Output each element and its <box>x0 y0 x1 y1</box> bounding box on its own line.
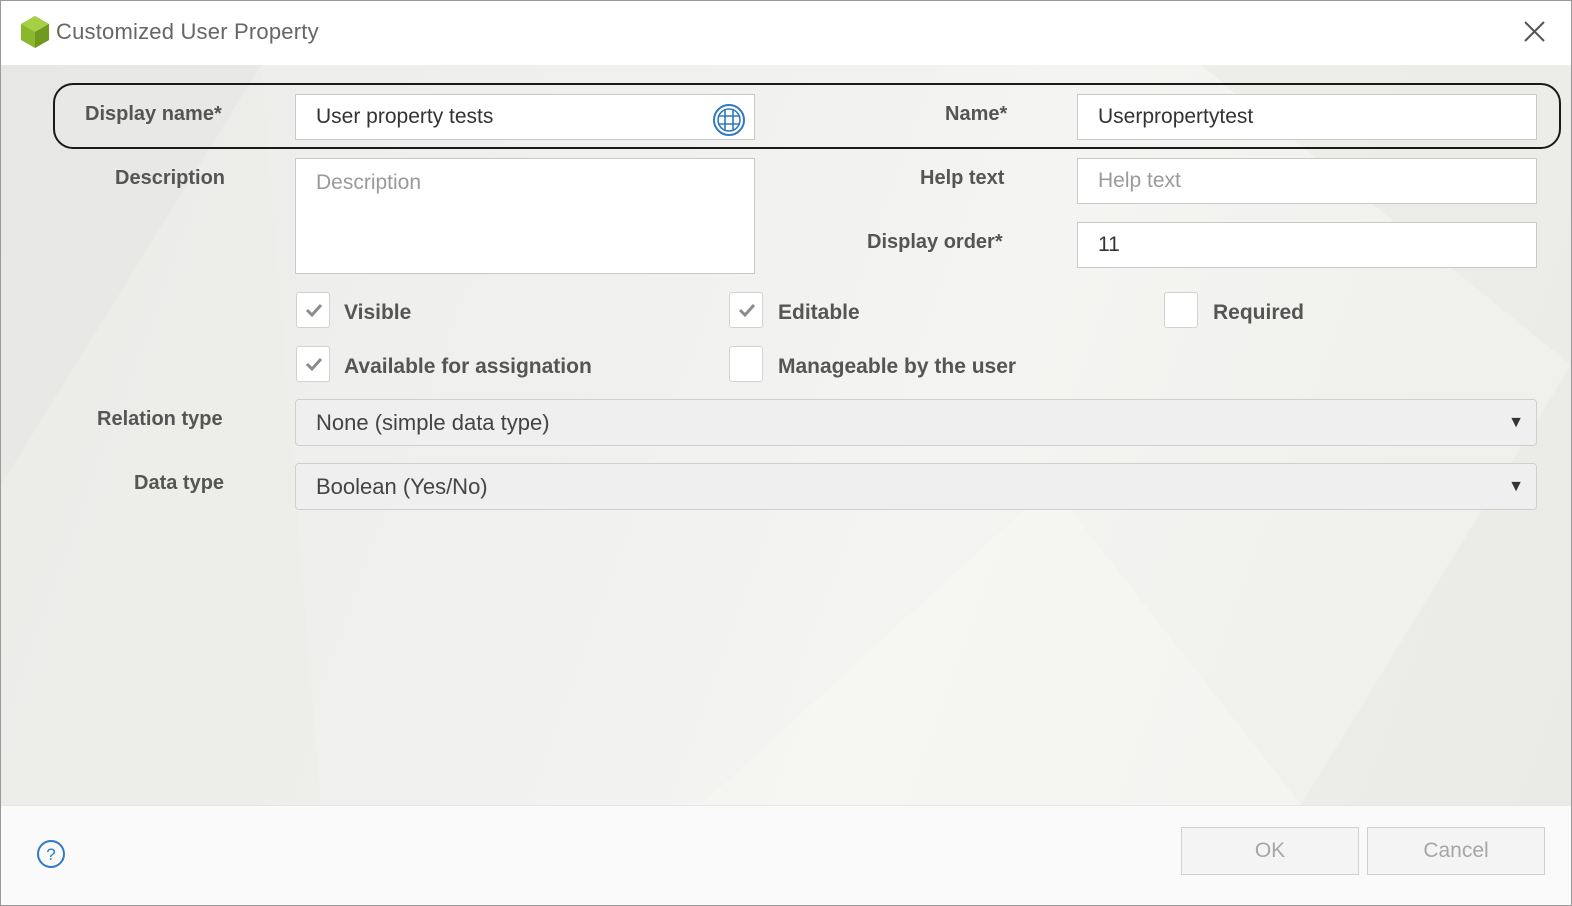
editable-checkbox[interactable] <box>729 292 763 328</box>
data-type-value: Boolean (Yes/No) <box>316 473 488 499</box>
help-text-field[interactable] <box>1077 158 1537 204</box>
name-label: Name* <box>945 103 1008 125</box>
available-for-assignation-label: Available for assignation <box>344 355 592 378</box>
required-checkbox[interactable] <box>1164 292 1198 328</box>
relation-type-label: Relation type <box>97 408 223 430</box>
editable-label: Editable <box>778 301 860 324</box>
display-name-label: Display name* <box>85 103 222 125</box>
available-for-assignation-checkbox[interactable] <box>296 346 330 382</box>
description-label: Description <box>115 167 226 189</box>
window-title: Customized User Property <box>56 19 319 44</box>
svg-text:?: ? <box>46 845 55 864</box>
checkmark-icon <box>738 303 756 318</box>
checkmark-icon <box>305 303 323 318</box>
data-type-label: Data type <box>134 472 225 494</box>
manageable-by-user-checkbox[interactable] <box>729 346 763 382</box>
required-label: Required <box>1213 301 1305 324</box>
chevron-down-icon: ▼ <box>1508 478 1524 495</box>
manageable-by-user-label: Manageable by the user <box>778 355 1017 378</box>
cancel-button[interactable]: Cancel <box>1367 827 1545 875</box>
customized-user-property-dialog: Customized User Property Display name* N… <box>0 0 1572 906</box>
description-field[interactable] <box>295 158 755 274</box>
checkmark-icon <box>305 357 323 372</box>
visible-checkbox[interactable] <box>296 292 330 328</box>
relation-type-value: None (simple data type) <box>316 409 550 435</box>
data-type-select[interactable]: Boolean (Yes/No) ▼ <box>295 463 1537 510</box>
chevron-down-icon: ▼ <box>1508 414 1524 431</box>
close-icon[interactable] <box>1517 15 1551 49</box>
title-bar: Customized User Property <box>1 1 1571 65</box>
display-order-field[interactable] <box>1077 222 1537 268</box>
display-order-label: Display order* <box>867 231 1003 253</box>
ok-button[interactable]: OK <box>1181 827 1359 875</box>
name-field[interactable] <box>1077 94 1537 140</box>
help-text-label: Help text <box>920 167 1005 189</box>
visible-label: Visible <box>344 301 412 324</box>
display-name-field[interactable] <box>295 94 755 140</box>
globe-icon[interactable] <box>712 103 746 137</box>
relation-type-select[interactable]: None (simple data type) ▼ <box>295 399 1537 446</box>
help-icon[interactable]: ? <box>36 839 66 869</box>
app-cube-icon <box>21 16 49 48</box>
